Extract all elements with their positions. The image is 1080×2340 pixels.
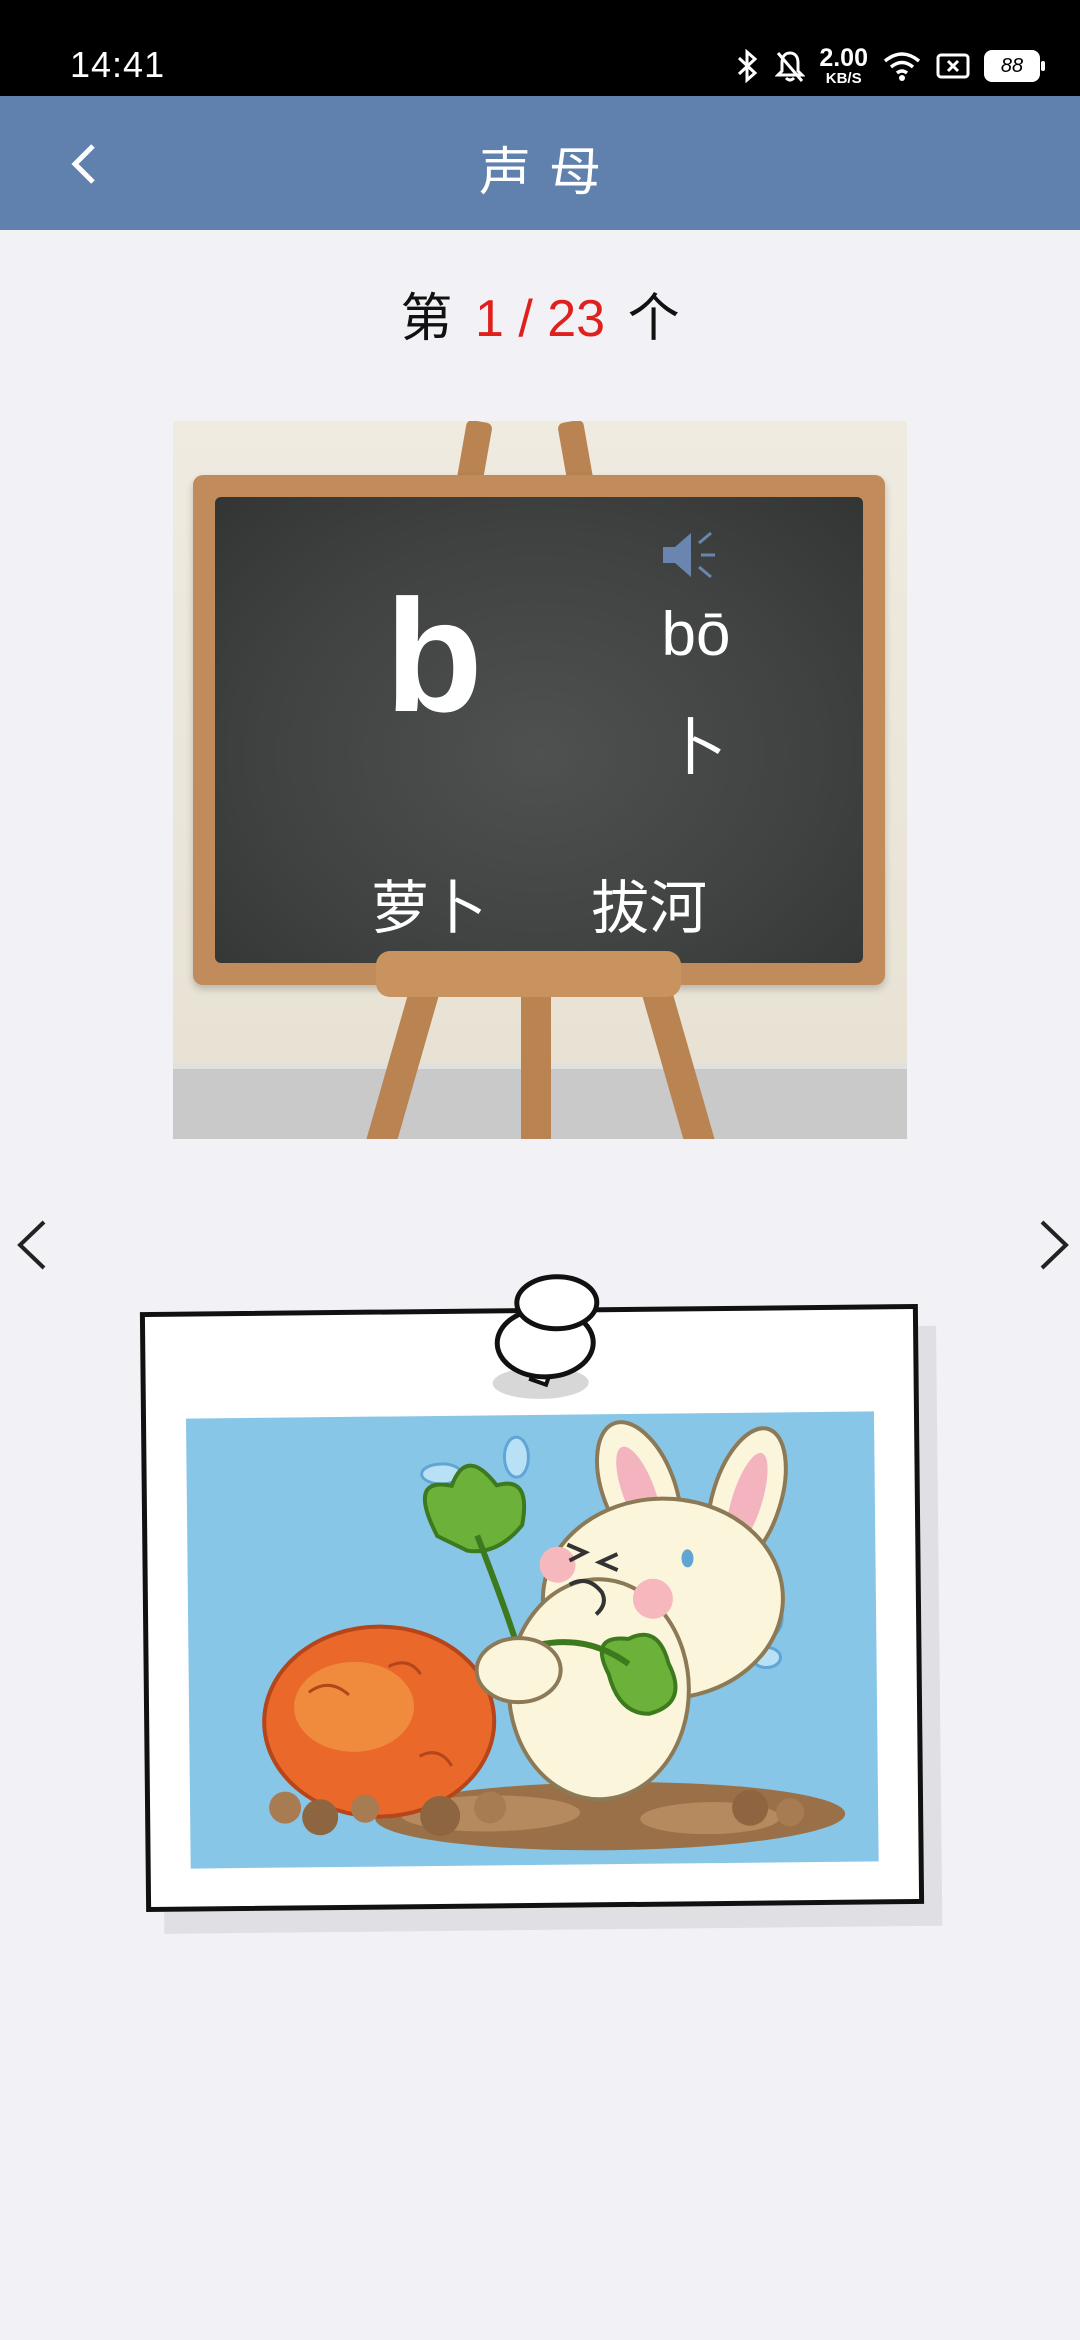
- status-icons: 2.00 KB/S 88: [735, 44, 1045, 88]
- chevron-right-icon: [1040, 1220, 1069, 1270]
- network-speed: 2.00 KB/S: [819, 44, 868, 87]
- status-time: 14:41: [70, 44, 166, 85]
- page-title: 声母: [478, 143, 619, 203]
- letter-card: b bō 卜 萝卜 拔河: [173, 421, 907, 1139]
- example-word-2: 拔河: [591, 874, 708, 942]
- network-speed-unit: KB/S: [825, 70, 862, 87]
- previous-button[interactable]: [6, 1210, 56, 1280]
- counter-prefix: 第: [400, 289, 453, 349]
- network-speed-value: 2.00: [819, 44, 868, 72]
- speaker-icon: [663, 531, 715, 579]
- mute-bell-icon: [775, 51, 806, 82]
- sim-icon: [936, 53, 970, 79]
- blackboard: [193, 475, 885, 985]
- rabbit-pulling-radish-illustration: [185, 1411, 879, 1869]
- example-word-1: 萝卜: [371, 874, 488, 942]
- counter-suffix: 个: [627, 289, 680, 349]
- initial-letter: b: [385, 566, 483, 745]
- play-sound-button[interactable]: [657, 523, 721, 587]
- battery-level: 88: [1000, 54, 1024, 77]
- illustration-card: [139, 1274, 925, 1913]
- status-bar: 14:41 2.00 KB/S 88: [0, 0, 1080, 96]
- illustration-drawing: [262, 1420, 846, 1851]
- next-button[interactable]: [1030, 1210, 1080, 1280]
- counter-current: 1 / 23: [474, 290, 606, 348]
- app-bar: 声母: [0, 96, 1080, 230]
- wifi-icon: [883, 52, 921, 81]
- hanzi-label: 卜: [664, 711, 727, 784]
- bluetooth-icon: [738, 49, 758, 83]
- progress-counter: 第 1 / 23 个: [0, 276, 1080, 351]
- battery-icon: 88: [984, 50, 1045, 82]
- pinyin-label: bō: [661, 600, 731, 669]
- chalk-tray: [376, 951, 681, 997]
- pushpin-icon: [492, 1274, 600, 1399]
- chevron-left-icon: [17, 1220, 46, 1270]
